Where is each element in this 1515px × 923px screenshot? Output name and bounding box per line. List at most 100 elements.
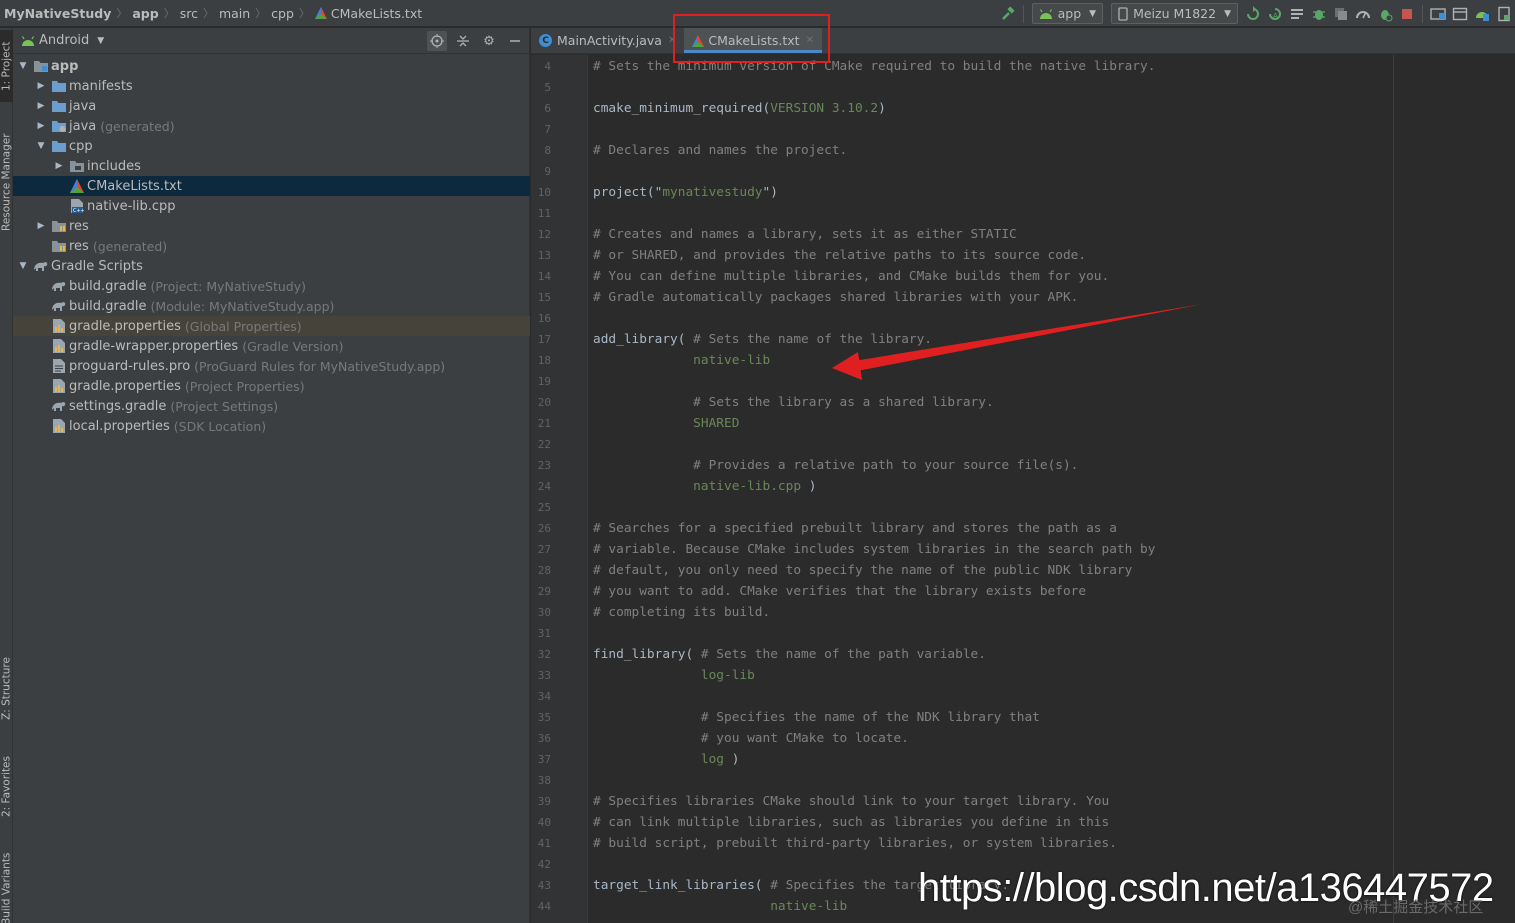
code-comment: # default, you only need to specify the … [593,563,1133,578]
line-number: 38 [537,774,551,787]
line-number: 7 [544,123,551,136]
tree-item-res[interactable]: ▶ res [13,216,530,236]
tree-item-java-generated[interactable]: ▶ java (generated) [13,116,530,136]
line-number: 16 [537,312,551,325]
device-select[interactable]: Meizu M1822 ▼ [1111,3,1238,24]
tree-item-proguard-rules[interactable]: proguard-rules.pro (ProGuard Rules for M… [13,356,530,376]
line-number: 19 [537,375,551,388]
tool-tab-build-variants[interactable]: Build Variants [0,846,13,923]
line-number: 24 [537,480,551,493]
attach-debugger-icon[interactable] [1377,6,1393,22]
tool-tab-structure[interactable]: Z: Structure [0,646,13,732]
cmake-file-icon [69,178,85,194]
code-editor[interactable]: # Sets the minimum version of CMake requ… [589,55,1515,923]
collapsed-arrow-icon[interactable]: ▶ [35,221,47,231]
breadcrumb-item-main[interactable]: main [219,6,250,21]
collapsed-arrow-icon[interactable]: ▶ [35,121,47,131]
code-line: native-lib [593,350,770,371]
chevron-down-icon[interactable]: ▼ [97,36,104,46]
device-manager-icon[interactable] [1474,6,1490,22]
run-configuration-select[interactable]: app ▼ [1031,3,1104,24]
tree-item-label: includes [87,158,141,174]
tree-item-gradle-properties-global[interactable]: gradle.properties (Global Properties) [13,316,530,336]
generated-folder-icon [51,118,67,134]
apply-changes-icon[interactable] [1245,5,1261,22]
tree-item-local-properties[interactable]: local.properties (SDK Location) [13,416,530,436]
tree-item-build-gradle-module[interactable]: build.gradle (Module: MyNativeStudy.app) [13,296,530,316]
breadcrumb-item-project[interactable]: MyNativeStudy [4,6,111,21]
android-icon [21,35,35,46]
toolbar-separator [1422,4,1423,23]
expanded-arrow-icon[interactable]: ▼ [17,61,29,71]
breadcrumb-item-cpp[interactable]: cpp [271,6,294,21]
stop-icon[interactable] [1399,6,1415,22]
code-line: native-lib.cpp ) [593,476,816,497]
expanded-arrow-icon[interactable]: ▼ [17,261,29,271]
tree-item-settings-gradle[interactable]: settings.gradle (Project Settings) [13,396,530,416]
code-line: # variable. Because CMake includes syste… [593,539,1155,560]
apply-code-changes-icon[interactable]: A [1267,6,1283,22]
line-number: 13 [537,249,551,262]
collapsed-arrow-icon[interactable]: ▶ [53,161,65,171]
gear-icon[interactable]: ⚙ [479,31,499,51]
tool-tab-resource-manager[interactable]: Resource Manager [0,124,13,240]
minimize-icon[interactable] [505,31,525,51]
breadcrumb-item-src[interactable]: src [180,6,198,21]
gradle-icon [51,278,67,294]
code-line: native-lib [593,896,847,917]
code-comment: # can link multiple libraries, such as l… [593,815,1110,830]
code-text: cmake_minimum_required( [593,101,771,116]
annotation-highlight-box [673,14,830,63]
coverage-icon[interactable] [1333,6,1349,22]
expanded-arrow-icon[interactable]: ▼ [35,141,47,151]
hammer-icon[interactable] [1000,5,1016,22]
tree-item-suffix: (Project Settings) [170,398,279,414]
tree-item-native-lib-cpp[interactable]: C++ native-lib.cpp [13,196,530,216]
tree-item-gradle-properties-project[interactable]: gradle.properties (Project Properties) [13,376,530,396]
tree-item-res-generated[interactable]: res (generated) [13,236,530,256]
device-file-icon[interactable] [1496,6,1512,22]
tree-item-suffix: (Module: MyNativeStudy.app) [150,298,335,314]
breadcrumb-item-file[interactable]: CMakeLists.txt [331,6,422,21]
tool-tab-project[interactable]: 1: Project [0,30,13,102]
sdk-manager-icon[interactable] [1430,6,1446,22]
layout-inspector-icon[interactable] [1452,6,1468,22]
line-number: 31 [537,627,551,640]
tree-item-gradle-wrapper-properties[interactable]: gradle-wrapper.properties (Gradle Versio… [13,336,530,356]
tree-item-app[interactable]: ▼ app [13,56,530,76]
properties-file-icon [51,318,67,334]
line-number: 42 [537,858,551,871]
tool-tab-favorites[interactable]: 2: Favorites [0,744,13,830]
line-number: 25 [537,501,551,514]
tree-item-suffix: (Project: MyNativeStudy) [150,278,306,294]
breadcrumb-item-module[interactable]: app [132,6,158,21]
line-number: 10 [537,186,551,199]
cmake-file-icon [314,7,327,19]
tree-item-gradle-scripts[interactable]: ▼ Gradle Scripts [13,256,530,276]
profile-icon[interactable] [1355,6,1371,22]
tree-item-suffix: (SDK Location) [173,418,267,434]
resource-folder-icon [51,218,67,234]
tree-item-suffix: (Global Properties) [184,318,302,334]
code-line: # Declares and names the project. [593,140,847,161]
tree-item-java[interactable]: ▶ java [13,96,530,116]
tree-item-includes[interactable]: ▶ includes [13,156,530,176]
locate-file-icon[interactable] [427,31,447,51]
collapsed-arrow-icon[interactable]: ▶ [35,81,47,91]
collapsed-arrow-icon[interactable]: ▶ [35,101,47,111]
tree-item-cmakelists[interactable]: CMakeLists.txt [13,176,530,196]
code-text: find_library( [593,647,701,662]
tree-item-manifests[interactable]: ▶ manifests [13,76,530,96]
code-line: # You can define multiple libraries, and… [593,266,1109,287]
tree-item-cpp[interactable]: ▼ cpp [13,136,530,156]
collapse-all-icon[interactable] [453,31,473,51]
folder-icon [51,98,67,114]
tree-item-build-gradle-project[interactable]: build.gradle (Project: MyNativeStudy) [13,276,530,296]
cpp-file-icon: C++ [69,198,85,214]
sync-icon[interactable] [1289,6,1305,22]
debug-icon[interactable] [1311,6,1327,22]
code-line: find_library( # Sets the name of the pat… [593,644,986,665]
breadcrumb-separator-icon: 〉 [116,7,128,20]
project-view-mode[interactable]: Android [39,33,89,48]
tab-mainactivity-java[interactable]: C MainActivity.java ✕ [531,28,684,53]
